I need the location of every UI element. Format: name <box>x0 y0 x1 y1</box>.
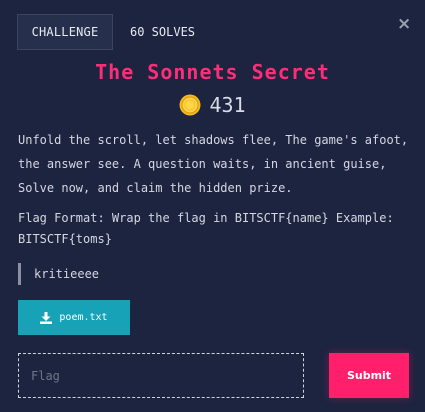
challenge-points: 431 <box>0 93 425 117</box>
download-icon <box>40 311 53 324</box>
challenge-title: The Sonnets Secret <box>95 60 330 84</box>
download-file-label: poem.txt <box>59 312 108 323</box>
flag-format-text: Flag Format: Wrap the flag in BITSCTF{na… <box>18 211 394 246</box>
coin-icon <box>179 94 201 116</box>
download-file-button[interactable]: poem.txt <box>18 300 130 335</box>
flag-input[interactable] <box>18 353 304 398</box>
submit-button[interactable]: Submit <box>329 353 409 398</box>
points-value: 431 <box>209 93 246 117</box>
challenge-modal: CHALLENGE 60 SOLVES × The Sonnets Secret… <box>0 0 425 412</box>
tab-solves[interactable]: 60 SOLVES <box>126 14 199 50</box>
close-icon[interactable]: × <box>397 16 411 33</box>
challenge-description: Unfold the scroll, let shadows flee, The… <box>18 133 409 195</box>
tab-challenge[interactable]: CHALLENGE <box>17 14 113 50</box>
challenge-author: kritieeee <box>18 263 99 285</box>
